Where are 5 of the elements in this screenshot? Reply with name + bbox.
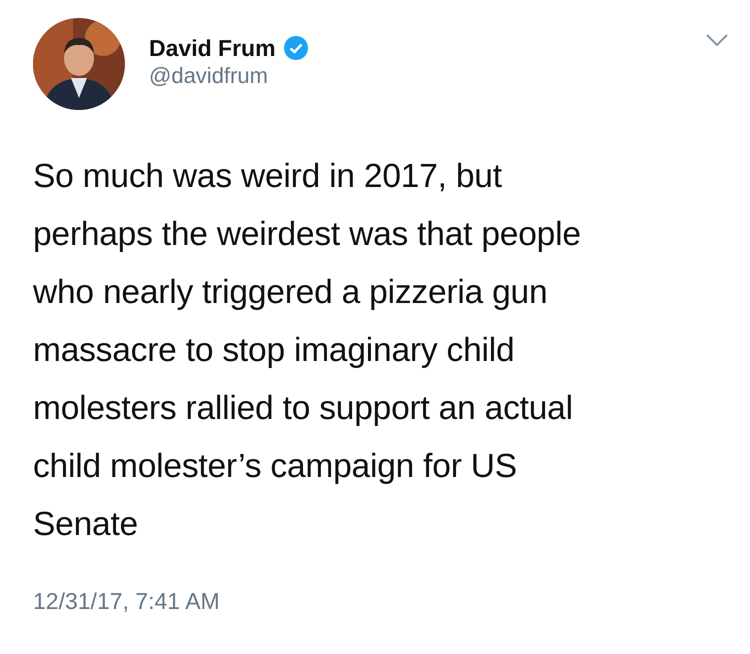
author-handle[interactable]: @davidfrum xyxy=(149,62,706,90)
author-name[interactable]: David Frum xyxy=(149,34,276,62)
tweet-text: So much was weird in 2017, but perhaps the weirdest was that people who nearly triggered a pizzeria gun massacre to stop imaginary child molesters rallied to support an actual child molester’s campaign for US Senate xyxy=(33,157,582,545)
chevron-down-icon[interactable] xyxy=(706,34,728,46)
tweet-timestamp: 12/31/17, 7:41 AM xyxy=(33,587,221,616)
